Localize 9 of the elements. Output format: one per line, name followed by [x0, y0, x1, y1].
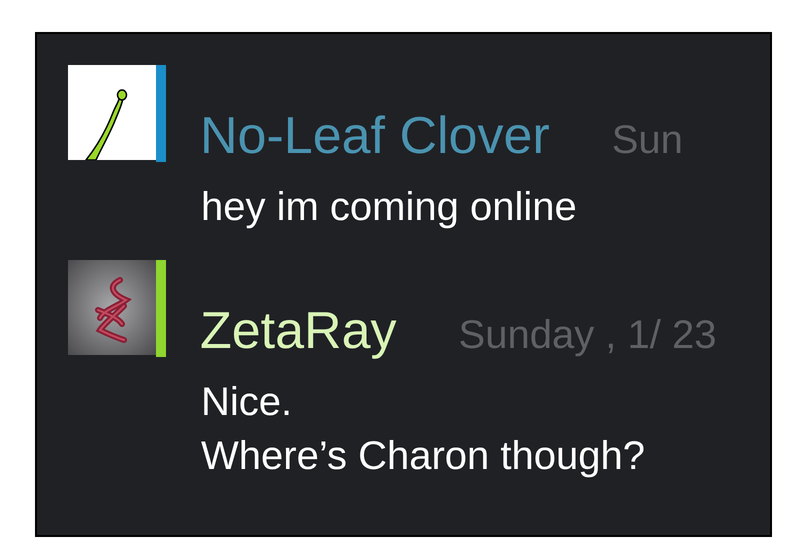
timestamp: Sunday , 1/ 23	[458, 315, 716, 355]
sprout-icon	[68, 65, 156, 160]
message-text: Where’s Charon though?	[201, 433, 646, 480]
username: No-Leaf Clover	[200, 110, 550, 162]
message-text: hey im coming online	[201, 184, 578, 231]
squiggle-icon	[68, 260, 156, 355]
username: ZetaRay	[200, 305, 397, 357]
timestamp: Sun	[612, 120, 683, 160]
message-text: Nice.	[201, 379, 294, 426]
